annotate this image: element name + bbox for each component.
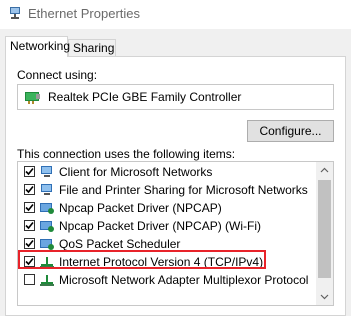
checkbox[interactable]	[24, 220, 35, 231]
checkbox[interactable]	[24, 238, 35, 249]
list-item[interactable]: Npcap Packet Driver (NPCAP)	[18, 200, 318, 217]
scrollbar[interactable]	[316, 162, 333, 305]
list-item[interactable]: Npcap Packet Driver (NPCAP) (Wi-Fi)	[18, 218, 318, 235]
item-label: Microsoft Network Adapter Multiplexor Pr…	[59, 273, 309, 287]
network-service-icon	[40, 221, 54, 232]
item-label: Npcap Packet Driver (NPCAP) (Wi-Fi)	[59, 219, 262, 233]
tab-networking[interactable]: Networking	[5, 36, 70, 57]
window-title: Ethernet Properties	[28, 6, 141, 21]
item-label: File and Printer Sharing for Microsoft N…	[59, 183, 308, 197]
checkbox[interactable]	[24, 166, 35, 177]
items-label: This connection uses the following items…	[17, 147, 236, 161]
items-list: Client for Microsoft Networks File and P…	[17, 161, 334, 306]
network-client-icon	[41, 184, 52, 195]
checkbox[interactable]	[24, 274, 35, 285]
connect-using-label: Connect using:	[17, 68, 98, 82]
network-service-icon	[40, 203, 54, 214]
tab-sharing[interactable]: Sharing	[68, 39, 116, 56]
network-adapter-icon	[10, 7, 20, 19]
list-item[interactable]: Client for Microsoft Networks	[18, 164, 318, 181]
network-adapter-icon	[25, 92, 40, 104]
item-label: Npcap Packet Driver (NPCAP)	[59, 201, 222, 215]
adapter-name: Realtek PCIe GBE Family Controller	[48, 90, 242, 104]
item-label: QoS Packet Scheduler	[59, 237, 181, 251]
chevron-down-icon[interactable]	[316, 288, 333, 305]
protocol-icon	[40, 257, 54, 268]
chevron-up-icon[interactable]	[316, 162, 333, 179]
list-item[interactable]: QoS Packet Scheduler	[18, 236, 318, 253]
list-item[interactable]: File and Printer Sharing for Microsoft N…	[18, 182, 318, 199]
item-label: Internet Protocol Version 4 (TCP/IPv4)	[59, 255, 264, 269]
item-label: Client for Microsoft Networks	[59, 165, 213, 179]
title-bar: Ethernet Properties	[0, 0, 351, 29]
network-client-icon	[41, 166, 52, 177]
checkbox[interactable]	[24, 256, 35, 267]
protocol-icon	[40, 275, 54, 286]
list-item[interactable]: Internet Protocol Version 4 (TCP/IPv4)	[18, 254, 318, 271]
checkbox[interactable]	[24, 202, 35, 213]
checkbox[interactable]	[24, 184, 35, 195]
adapter-field: Realtek PCIe GBE Family Controller	[17, 84, 334, 110]
network-service-icon	[40, 239, 54, 250]
configure-button[interactable]: Configure...	[247, 120, 334, 142]
list-item[interactable]: Microsoft Network Adapter Multiplexor Pr…	[18, 272, 318, 289]
scrollbar-thumb[interactable]	[318, 180, 331, 278]
